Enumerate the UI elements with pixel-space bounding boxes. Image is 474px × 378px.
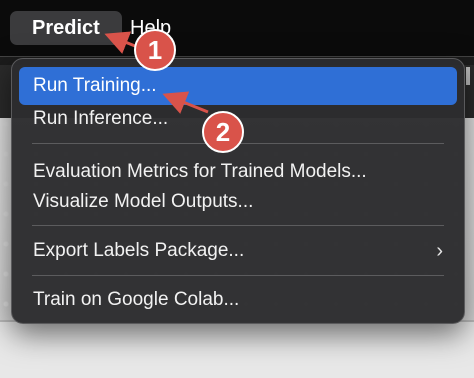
menu-separator	[32, 275, 444, 276]
menu-item-export-labels-label: Export Labels Package...	[33, 240, 245, 261]
toolbar-edge-mark	[466, 67, 470, 85]
callout-badge-2: 2	[202, 111, 244, 153]
menu-item-export-labels-package[interactable]: Export Labels Package... ›	[19, 232, 457, 270]
menu-item-visualize-model-outputs[interactable]: Visualize Model Outputs...	[19, 183, 457, 221]
menu-separator	[32, 225, 444, 226]
callout-badge-1: 1	[134, 29, 176, 71]
menubar: Predict Help	[0, 0, 474, 56]
menu-item-train-on-google-colab[interactable]: Train on Google Colab...	[19, 281, 457, 319]
menubar-item-predict[interactable]: Predict	[10, 11, 122, 45]
chevron-right-icon: ›	[436, 240, 443, 262]
predict-dropdown-menu: Run Training... Run Inference... Evaluat…	[11, 58, 465, 324]
document-footer-band	[0, 320, 474, 378]
